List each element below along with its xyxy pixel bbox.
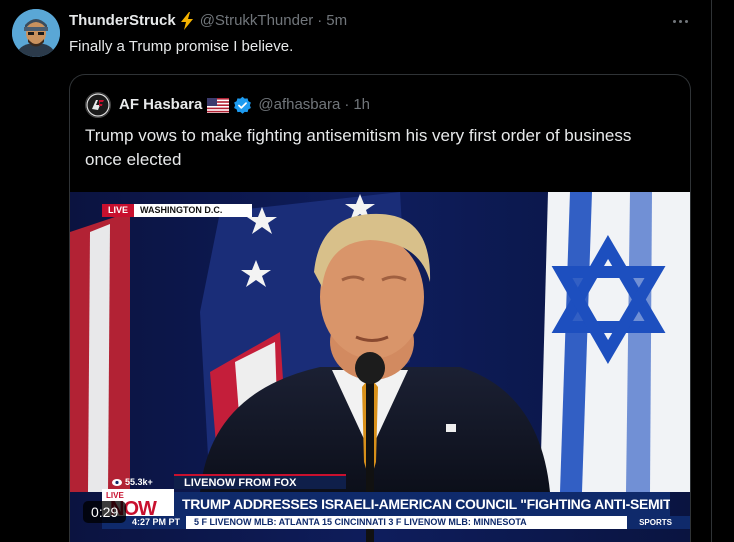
viewer-count: 55.3k+ <box>112 477 153 487</box>
quoted-tweet-header: AF Hasbara @afhasbara · 1h <box>85 92 370 118</box>
eye-icon <box>112 478 122 486</box>
separator-dot: · <box>317 12 323 29</box>
af-logo-icon <box>86 93 110 117</box>
quoted-author-display-name[interactable]: AF Hasbara <box>119 95 202 115</box>
more-dot <box>678 19 682 23</box>
live-label: LIVE <box>102 204 135 217</box>
more-horizontal-icon <box>672 19 676 23</box>
news-headline: TRUMP ADDRESSES ISRAELI-AMERICAN COUNCIL… <box>174 492 670 516</box>
post-timestamp[interactable]: 5m <box>326 11 347 31</box>
us-flag-emoji-icon <box>207 97 230 113</box>
quoted-author-handle[interactable]: @afhasbara <box>258 95 340 115</box>
timeline-column-border <box>711 0 712 542</box>
avatar-illustration <box>12 9 60 57</box>
source-label: LIVENOW FROM FOX <box>174 474 347 489</box>
more-options-button[interactable] <box>668 10 692 32</box>
news-lower-third: 55.3k+ LIVENOW FROM FOX LIVE NOW TRUMP A… <box>70 472 690 542</box>
viewer-count-value: 55.3k+ <box>125 477 153 487</box>
quoted-author-avatar[interactable] <box>85 92 111 118</box>
news-ticker: 4:27 PM PT 5 F LIVENOW MLB: ATLANTA 15 C… <box>102 516 690 529</box>
author-display-name[interactable]: ThunderStruck <box>69 11 176 31</box>
quoted-tweet[interactable]: AF Hasbara @afhasbara · 1h Trump vows to… <box>69 74 691 542</box>
ticker-scores: 5 F LIVENOW MLB: ATLANTA 15 CINCINNATI 3… <box>194 517 527 527</box>
verified-badge-icon[interactable] <box>233 96 252 115</box>
lightning-bolt-emoji-icon <box>180 12 194 30</box>
author-avatar[interactable] <box>12 9 60 57</box>
author-handle[interactable]: @StrukkThunder <box>200 11 314 31</box>
more-dot <box>684 19 688 23</box>
tweet-header: ThunderStruck @StrukkThunder · 5m <box>69 11 347 31</box>
live-location-tag: LIVE WASHINGTON D.C. <box>102 204 253 217</box>
ticker-section: SPORTS <box>627 516 690 529</box>
video-player[interactable]: LIVE WASHINGTON D.C. 55.3k+ LIVENOW FROM… <box>70 192 690 542</box>
video-duration-badge: 0:29 <box>83 501 127 523</box>
tweet[interactable]: ThunderStruck @StrukkThunder · 5m Finall… <box>0 0 711 542</box>
separator-dot: · <box>344 96 350 113</box>
tweet-text: Finally a Trump promise I believe. <box>69 38 294 55</box>
quoted-timestamp[interactable]: 1h <box>353 95 370 115</box>
quoted-tweet-text: Trump vows to make fighting antisemitism… <box>85 126 632 169</box>
location-label: WASHINGTON D.C. <box>134 204 253 217</box>
